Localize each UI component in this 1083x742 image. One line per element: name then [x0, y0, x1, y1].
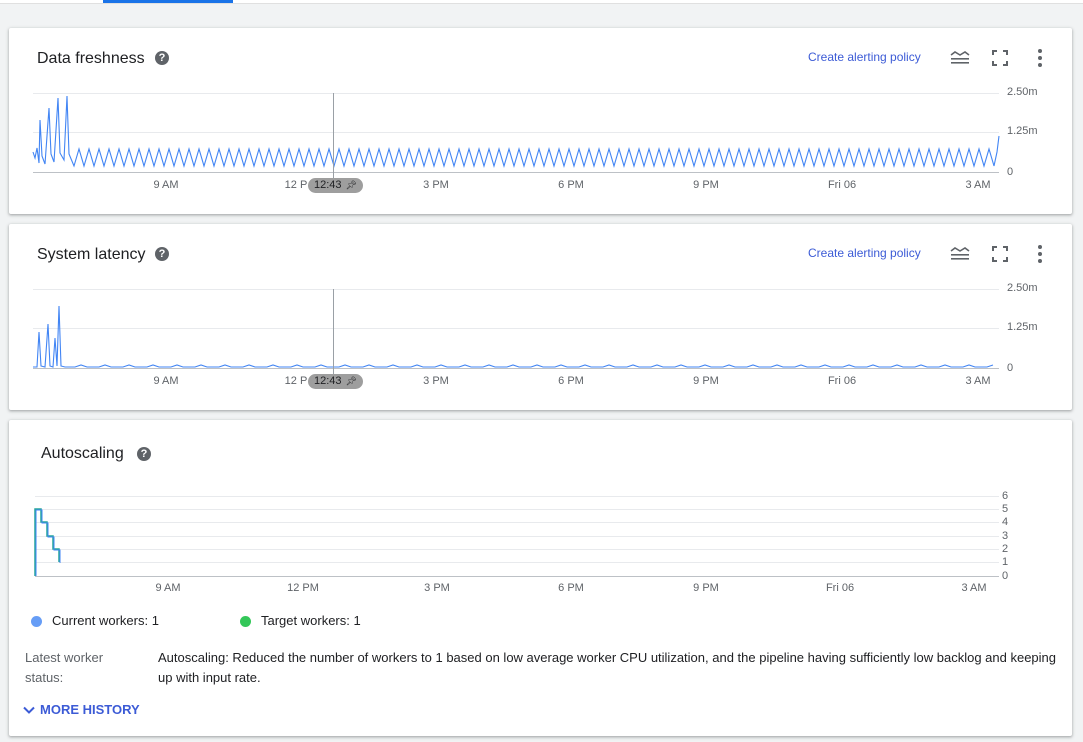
x-tick-label: 9 AM: [155, 582, 181, 594]
target-workers-dot: [240, 616, 251, 627]
target-workers-series-line: [34, 508, 60, 576]
latest-worker-status-label: Latest worker status:: [25, 650, 104, 685]
latest-worker-status-text: Autoscaling: Reduced the number of worke…: [158, 650, 1057, 685]
more-history-label: MORE HISTORY: [40, 702, 140, 717]
x-tick-label: 3 AM: [965, 179, 991, 191]
x-tick-label: 9 AM: [153, 375, 179, 387]
x-tick-label: 9 PM: [693, 375, 719, 387]
time-cursor-line[interactable]: [333, 93, 334, 187]
x-tick-label: 6 PM: [558, 179, 584, 191]
top-tab-strip: [0, 0, 1083, 4]
x-tick-label: 9 PM: [693, 582, 719, 594]
target-workers-legend: Target workers: 1: [261, 613, 361, 628]
time-cursor-line[interactable]: [333, 289, 334, 383]
legend-label: Target workers:: [261, 613, 350, 628]
more-history-button[interactable]: MORE HISTORY: [22, 702, 140, 717]
x-tick-label: 12 PM: [287, 582, 319, 594]
x-tick-label: Fri 06: [827, 179, 857, 191]
system-latency-series-line: [33, 305, 994, 368]
x-tick-label: 9 AM: [153, 179, 179, 191]
x-tick-label: 6 PM: [558, 375, 584, 387]
chevron-down-icon: [23, 706, 35, 714]
x-tick-label: 3 PM: [424, 582, 450, 594]
x-tick-label: 12 P: [284, 375, 308, 387]
time-cursor-badge[interactable]: 12:43 📌︎: [308, 374, 363, 389]
autoscaling-chart: [34, 508, 61, 576]
x-tick-label: 6 PM: [558, 582, 584, 594]
data-freshness-series-line: [32, 95, 1000, 168]
autoscaling-card: Autoscaling ? 6 5 4 3 2 1 0 9 AM 12 PM 3…: [9, 420, 1072, 736]
x-tick-label: 3 PM: [423, 375, 449, 387]
legend-value: 1: [151, 613, 159, 628]
x-tick-label: 3 AM: [965, 375, 991, 387]
cursor-time-label: 12:43: [314, 179, 342, 191]
x-tick-label: Fri 06: [827, 375, 857, 387]
x-tick-label: Fri 06: [825, 582, 855, 594]
current-workers-series-line: [35, 509, 61, 576]
pin-icon: 📌︎: [345, 376, 357, 386]
x-tick-label: 12 P: [284, 179, 308, 191]
x-tick-label: 3 PM: [423, 179, 449, 191]
legend-value: 1: [353, 613, 361, 628]
active-tab-indicator: [103, 0, 233, 3]
data-freshness-card: Data freshness ? Create alerting policy …: [9, 28, 1072, 214]
current-workers-legend: Current workers: 1: [52, 613, 159, 628]
legend-label: Current workers:: [52, 613, 149, 628]
x-tick-label: 9 PM: [693, 179, 719, 191]
pin-icon: 📌︎: [345, 180, 357, 190]
x-tick-label: 3 AM: [961, 582, 987, 594]
time-cursor-badge[interactable]: 12:43 📌︎: [308, 178, 363, 193]
cursor-time-label: 12:43: [314, 375, 342, 387]
system-latency-card: System latency ? Create alerting policy …: [9, 224, 1072, 410]
current-workers-dot: [31, 616, 42, 627]
